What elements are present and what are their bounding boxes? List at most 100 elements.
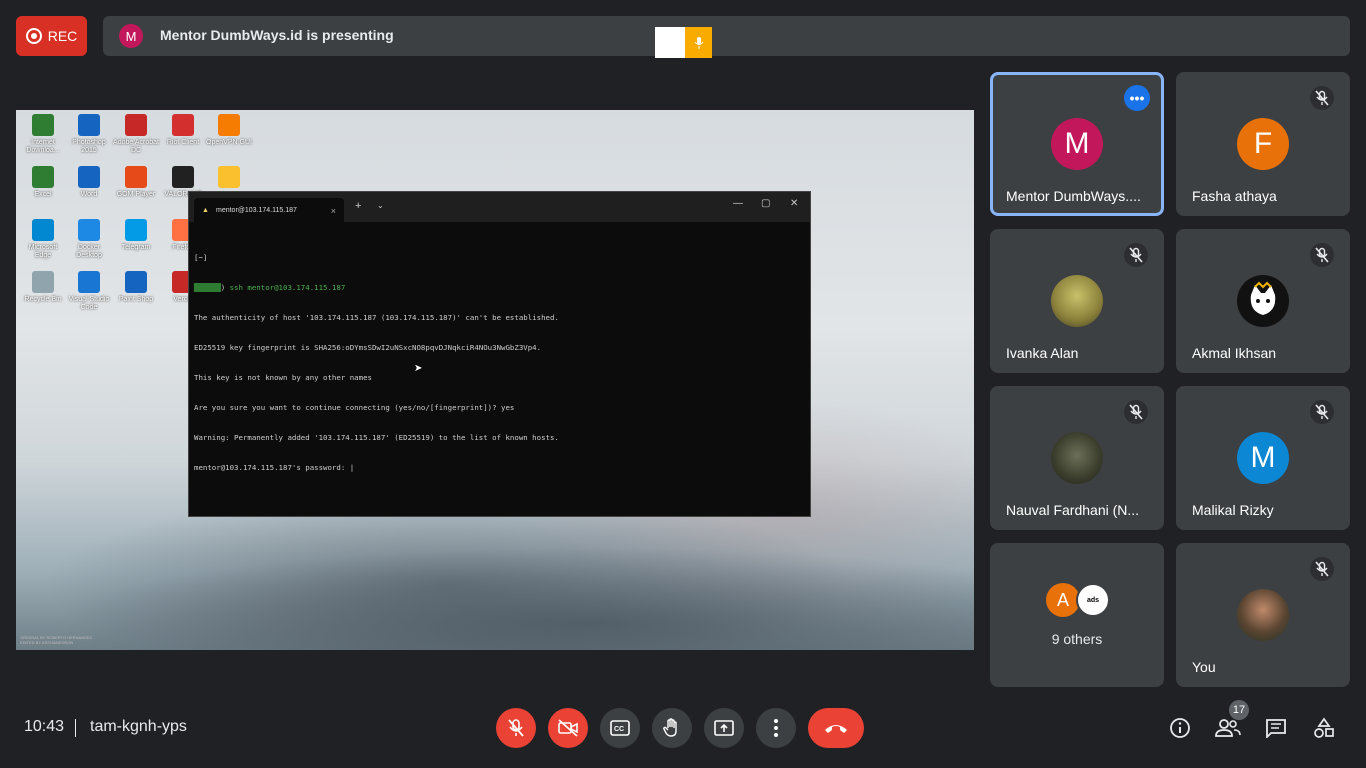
raise-hand-button[interactable] bbox=[652, 708, 692, 748]
participant-name: You bbox=[1192, 659, 1216, 675]
app-icon bbox=[172, 114, 194, 136]
participant-name: Fasha athaya bbox=[1192, 188, 1277, 204]
presenter-avatar: M bbox=[119, 24, 143, 48]
terminal-titlebar: ▲ mentor@103.174.115.187 × + ⌄ — ▢ ✕ bbox=[189, 192, 810, 222]
svg-text:CC: CC bbox=[614, 726, 624, 733]
terminal-tab-icon: ▲ bbox=[202, 207, 209, 214]
minimize-icon: — bbox=[733, 198, 743, 209]
app-icon bbox=[125, 166, 147, 188]
app-icon bbox=[218, 114, 240, 136]
participant-name: Mentor DumbWays.... bbox=[1006, 188, 1141, 204]
camera-off-icon bbox=[558, 719, 578, 737]
presenter-mini-preview bbox=[655, 27, 712, 58]
app-icon bbox=[172, 166, 194, 188]
participant-tile[interactable]: You bbox=[1176, 543, 1350, 687]
app-icon bbox=[125, 219, 147, 241]
mic-off-icon bbox=[1124, 243, 1148, 267]
terminal-window: ▲ mentor@103.174.115.187 × + ⌄ — ▢ ✕ [~]… bbox=[188, 191, 811, 517]
desktop-shortcut-label: Internet Downloa... bbox=[26, 139, 60, 154]
avatar bbox=[1237, 275, 1289, 327]
desktop-shortcut-label: Docker Desktop bbox=[76, 244, 102, 259]
avatar: F bbox=[1237, 118, 1289, 170]
desktop-shortcut bbox=[206, 166, 252, 191]
camera-toggle-button[interactable] bbox=[548, 708, 588, 748]
participant-tile[interactable]: Nauval Fardhani (N... bbox=[990, 386, 1164, 530]
meeting-code: tam-kgnh-yps bbox=[90, 718, 187, 735]
terminal-tab-title: mentor@103.174.115.187 bbox=[216, 207, 297, 214]
clock: 10:43 bbox=[24, 718, 65, 735]
participant-tile[interactable]: ••• M Mentor DumbWays.... bbox=[990, 72, 1164, 216]
present-screen-button[interactable] bbox=[704, 708, 744, 748]
participant-name: Malikal Rizky bbox=[1192, 502, 1274, 518]
mic-off-icon bbox=[1310, 400, 1334, 424]
participant-tile[interactable]: Ivanka Alan bbox=[990, 229, 1164, 373]
mic-off-icon bbox=[508, 719, 524, 737]
desktop-shortcut-label: Paint Shop bbox=[118, 296, 154, 303]
presenting-banner: M Mentor DumbWays.id is presenting bbox=[103, 16, 1350, 58]
participant-tile[interactable]: Akmal Ikhsan bbox=[1176, 229, 1350, 373]
desktop-shortcut-label: Microsoft Edge bbox=[28, 244, 58, 259]
recording-label: REC bbox=[47, 28, 78, 44]
chat-button[interactable] bbox=[1260, 712, 1292, 744]
others-tile[interactable]: Aads 9 others bbox=[990, 543, 1164, 687]
avatar: A bbox=[1046, 583, 1080, 617]
participant-tile[interactable]: M Malikal Rizky bbox=[1176, 386, 1350, 530]
mic-off-icon bbox=[1310, 86, 1334, 110]
desktop-shortcut-label: OpenVPN GUI bbox=[206, 139, 252, 146]
info-icon bbox=[1170, 718, 1190, 738]
participant-count-badge: 17 bbox=[1229, 700, 1249, 720]
terminal-line: ██████) ssh mentor@103.174.115.187 bbox=[194, 283, 346, 292]
participant-name: Nauval Fardhani (N... bbox=[1006, 502, 1140, 518]
app-icon bbox=[32, 114, 54, 136]
terminal-line: mentor@103.174.115.187's password: | bbox=[194, 463, 355, 472]
desktop-shortcut: Microsoft Edge bbox=[20, 219, 66, 260]
terminal-line: This key is not known by any other names bbox=[194, 373, 372, 382]
avatar bbox=[1051, 275, 1103, 327]
app-icon bbox=[78, 271, 100, 293]
captions-button[interactable]: CC bbox=[600, 708, 640, 748]
people-icon bbox=[1215, 719, 1241, 737]
new-tab-icon: + bbox=[355, 200, 362, 212]
desktop-shortcut-label: Excel bbox=[34, 191, 52, 198]
desktop-shortcut: Internet Downloa... bbox=[20, 114, 66, 155]
terminal-line: Warning: Permanently added '103.174.115.… bbox=[194, 433, 559, 442]
desktop-shortcut-label: Adobe Acrobat DC bbox=[113, 139, 159, 154]
desktop-shortcut: GOM Player bbox=[113, 166, 159, 199]
more-vert-icon bbox=[774, 719, 778, 737]
participant-tile[interactable]: F Fasha athaya bbox=[1176, 72, 1350, 216]
terminal-line: The authenticity of host '103.174.115.18… bbox=[194, 313, 559, 322]
app-icon bbox=[32, 219, 54, 241]
meeting-details-button[interactable] bbox=[1164, 712, 1196, 744]
avatar bbox=[1237, 589, 1289, 641]
participant-name: Akmal Ikhsan bbox=[1192, 345, 1277, 361]
mic-icon bbox=[685, 27, 712, 58]
desktop-shortcut-label: Recycle Bin bbox=[24, 296, 62, 303]
recording-indicator[interactable]: REC bbox=[16, 16, 87, 56]
closed-captions-icon: CC bbox=[610, 720, 630, 736]
avatar: M bbox=[1051, 118, 1103, 170]
others-label: 9 others bbox=[1051, 631, 1103, 647]
close-icon: ✕ bbox=[790, 198, 799, 209]
desktop-shortcut: Excel bbox=[20, 166, 66, 199]
terminal-line: ED25519 key fingerprint is SHA256:oDYmsS… bbox=[194, 343, 542, 352]
app-icon bbox=[218, 166, 240, 188]
more-options-button[interactable] bbox=[756, 708, 796, 748]
more-options-icon[interactable]: ••• bbox=[1124, 85, 1150, 111]
leave-call-button[interactable] bbox=[808, 708, 864, 748]
activities-button[interactable] bbox=[1308, 712, 1340, 744]
app-icon bbox=[125, 114, 147, 136]
desktop-shortcut: Photoshop 2015 bbox=[66, 114, 112, 155]
desktop-shortcut: Docker Desktop bbox=[66, 219, 112, 260]
app-icon bbox=[32, 271, 54, 293]
mic-off-icon bbox=[1310, 557, 1334, 581]
app-icon bbox=[78, 114, 100, 136]
desktop-shortcut-label: Word bbox=[80, 191, 98, 198]
chat-icon bbox=[1266, 719, 1286, 738]
app-icon bbox=[78, 219, 100, 241]
desktop-shortcut: Riot Client bbox=[160, 114, 206, 147]
mic-toggle-button[interactable] bbox=[496, 708, 536, 748]
desktop-shortcut: Adobe Acrobat DC bbox=[113, 114, 159, 155]
app-icon bbox=[78, 166, 100, 188]
divider bbox=[75, 719, 76, 737]
mic-off-icon bbox=[1310, 243, 1334, 267]
